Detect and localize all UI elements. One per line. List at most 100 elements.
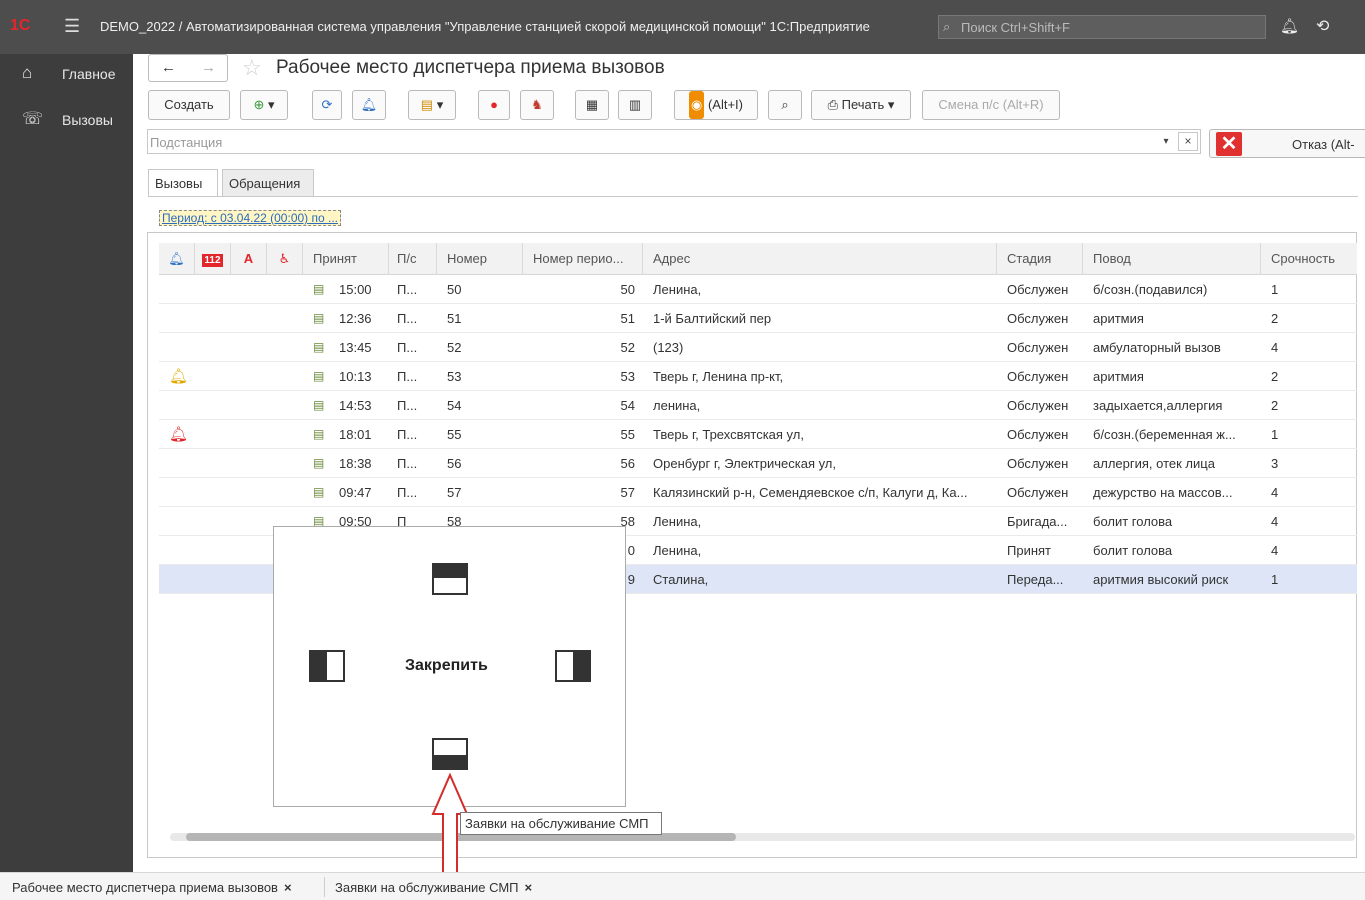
table-row[interactable]: ▤ 18:38 П... 56 56 Оренбург г, Электрическая … — [159, 449, 1357, 478]
bell-icon[interactable]: 🔔︎ — [159, 243, 195, 275]
cell-time: 13:45 — [339, 340, 372, 355]
cell-ps: П... — [397, 485, 418, 500]
column-header[interactable]: П/с — [389, 243, 437, 275]
document-icon: ▤ — [313, 456, 325, 470]
page-title: Рабочее место диспетчера приема вызовов — [276, 57, 665, 78]
create-button[interactable]: Создать — [148, 90, 230, 120]
cell-time: 14:53 — [339, 398, 372, 413]
notifications-bell-icon[interactable]: 🔔︎ — [1280, 17, 1299, 35]
cell-num: 52 — [447, 340, 462, 355]
cell-num: 51 — [447, 311, 462, 326]
cell-num: 57 — [447, 485, 462, 500]
cell-urg: 2 — [1271, 398, 1279, 413]
team-button[interactable]: ♞ — [520, 90, 554, 120]
close-icon[interactable]: × — [284, 880, 292, 895]
table-row[interactable]: ▤ 09:47 П... 57 57 Калязинский р-н, Семендяев… — [159, 478, 1357, 507]
wheelchair-icon[interactable]: ♿︎ — [267, 243, 303, 275]
column-header[interactable]: Номер перио... — [523, 243, 643, 275]
forward-arrow-icon[interactable]: → — [201, 59, 216, 76]
table-row[interactable]: 🔔︎ ▤ 10:13 П... 53 53 Тверь г, Ленина пр-кт, Об… — [159, 362, 1357, 391]
menu-icon[interactable]: ☰ — [64, 16, 82, 36]
cell-num: 54 — [447, 398, 462, 413]
cell-ps: П... — [397, 369, 418, 384]
refresh-bell-button[interactable]: ⟳ — [312, 90, 342, 120]
substation-input[interactable]: Подстанция ▾ × — [147, 129, 1201, 154]
112-icon[interactable]: 112 — [195, 243, 231, 275]
cell-num: 53 — [447, 369, 462, 384]
document-icon: ▤ — [313, 369, 325, 383]
calculator-button[interactable]: ▦ — [575, 90, 609, 120]
refuse-button[interactable]: ✕ Отказ (Alt- — [1209, 129, 1365, 158]
column-header[interactable]: Срочность — [1261, 243, 1357, 275]
column-header[interactable]: Повод — [1083, 243, 1261, 275]
cell-addr: 1-й Балтийский пер — [653, 311, 772, 326]
tab-calls[interactable]: Вызовы — [148, 169, 218, 197]
document-dropdown-button[interactable]: ▤ ▾ — [408, 90, 456, 120]
cell-stage: Обслужен — [1007, 398, 1069, 413]
cell-addr: (123) — [653, 340, 684, 355]
global-search-input[interactable]: ⌕ Поиск Ctrl+Shift+F — [938, 15, 1266, 39]
print-button[interactable]: ⎙ Печать ▾ — [811, 90, 911, 120]
cell-addr: ленина, — [653, 398, 701, 413]
eye-alt-button[interactable]: ◉ (Alt+I) — [674, 90, 758, 120]
search-icon: ⌕ — [781, 97, 789, 112]
app-title: DEMO_2022 / Автоматизированная система у… — [100, 19, 870, 34]
cell-pnum: 51 — [620, 311, 635, 326]
table-row[interactable]: ▤ 12:36 П... 51 51 1-й Балтийский пер Обслужен… — [159, 304, 1357, 333]
favorite-star-icon[interactable]: ☆ — [242, 55, 262, 81]
cell-time: 18:01 — [339, 427, 372, 442]
phone-call-icon: ☏ — [22, 109, 44, 128]
cell-stage: Бригада... — [1007, 514, 1068, 529]
cell-num: 55 — [447, 427, 462, 442]
cell-num: 50 — [447, 282, 462, 297]
clear-icon[interactable]: × — [1178, 132, 1198, 151]
table-row[interactable]: ▤ 15:00 П... 50 50 Ленина, Обслужен б/созн.(под… — [159, 275, 1357, 304]
yellow-bell-icon: 🔔︎ — [169, 368, 189, 385]
dock-left-icon[interactable] — [309, 650, 345, 682]
dropdown-icon[interactable]: ▾ — [1156, 132, 1176, 151]
cell-ps: П... — [397, 311, 418, 326]
sidebar-item-calls[interactable]: ☏ Вызовы — [0, 100, 133, 140]
dock-top-icon[interactable] — [432, 563, 468, 595]
map-pin-button[interactable]: ● — [478, 90, 510, 120]
tab-requests[interactable]: Обращения — [222, 169, 314, 197]
table-row[interactable]: 🔔︎ ▤ 18:01 П... 55 55 Тверь г, Трехсвятская ул… — [159, 420, 1357, 449]
column-header[interactable]: Адрес — [643, 243, 997, 275]
column-header[interactable]: Стадия — [997, 243, 1083, 275]
cell-urg: 4 — [1271, 340, 1279, 355]
cell-pnum: 53 — [620, 369, 635, 384]
cell-stage: Обслужен — [1007, 456, 1069, 471]
tab-divider — [148, 196, 1358, 197]
period-link[interactable]: Период: с 03.04.22 (00:00) по ... — [159, 210, 341, 226]
cell-stage: Обслужен — [1007, 369, 1069, 384]
cell-pnum: 50 — [620, 282, 635, 297]
back-arrow-icon[interactable]: ← — [161, 59, 176, 76]
table-row[interactable]: ▤ 13:45 П... 52 52 (123) Обслужен амбулаторный … — [159, 333, 1357, 362]
cell-reason: болит голова — [1093, 543, 1173, 558]
cell-reason: болит голова — [1093, 514, 1173, 529]
close-icon[interactable]: × — [525, 880, 533, 895]
window-tab[interactable]: Заявки на обслуживание СМП × — [335, 880, 532, 895]
report-button[interactable]: ▥ — [618, 90, 652, 120]
dock-bottom-icon[interactable] — [432, 738, 468, 770]
sidebar-item-main[interactable]: ⌂ Главное — [0, 54, 133, 94]
cell-pnum: 56 — [620, 456, 635, 471]
cell-ps: П... — [397, 427, 418, 442]
cell-addr: Тверь г, Трехсвятская ул, — [653, 427, 804, 442]
cell-urg: 1 — [1271, 427, 1279, 442]
bell-button[interactable]: 🔔︎ — [352, 90, 386, 120]
window-tab[interactable]: Рабочее место диспетчера приема вызовов × — [12, 880, 292, 895]
cell-urg: 3 — [1271, 456, 1279, 471]
cell-time: 18:38 — [339, 456, 372, 471]
history-icon[interactable]: ⟲ — [1316, 16, 1329, 36]
search-button[interactable]: ⌕ — [768, 90, 802, 120]
table-row[interactable]: ▤ 14:53 П... 54 54 ленина, Обслужен задыхается,… — [159, 391, 1357, 420]
red-bell-icon: 🔔︎ — [169, 426, 189, 443]
column-header[interactable]: Принят — [303, 243, 389, 275]
add-dropdown-button[interactable]: ⊕ ▾ — [240, 90, 288, 120]
dock-right-icon[interactable] — [555, 650, 591, 682]
column-header[interactable]: Номер — [437, 243, 523, 275]
warning-icon[interactable]: A — [231, 243, 267, 275]
cell-reason: аритмия высокий риск — [1093, 572, 1229, 587]
change-substation-button[interactable]: Смена п/с (Alt+R) — [922, 90, 1060, 120]
